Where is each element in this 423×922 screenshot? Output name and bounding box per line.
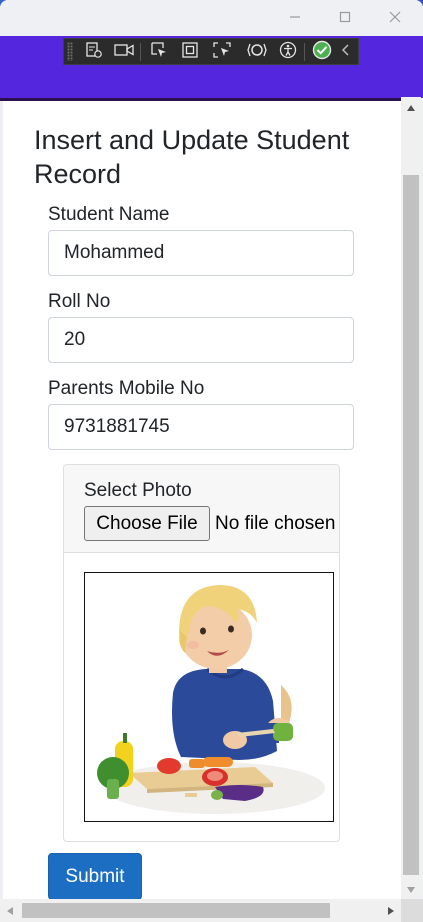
maximize-button[interactable] xyxy=(322,4,368,30)
student-name-input[interactable] xyxy=(48,230,354,276)
student-name-label: Student Name xyxy=(48,204,170,225)
live-visual-tree-icon xyxy=(85,41,103,64)
check-button[interactable] xyxy=(311,40,333,65)
scroll-down-button[interactable] xyxy=(401,879,421,899)
select-element-icon xyxy=(150,41,168,64)
scroll-up-arrow-icon xyxy=(407,98,415,116)
close-button[interactable] xyxy=(372,4,418,30)
maximize-icon xyxy=(339,11,351,23)
binding-failures-icon xyxy=(247,41,267,64)
submit-button[interactable]: Submit xyxy=(48,853,142,899)
choose-file-button[interactable]: Choose File xyxy=(84,506,210,541)
accessibility-button[interactable] xyxy=(277,41,299,64)
vertical-scrollbar[interactable] xyxy=(401,97,421,899)
scroll-right-arrow-icon xyxy=(388,902,394,920)
toolbar-separator xyxy=(140,43,141,61)
select-photo-label: Select Photo xyxy=(84,480,192,501)
camera-button[interactable] xyxy=(113,42,135,62)
collapse-toolbar-button[interactable] xyxy=(338,42,354,62)
display-layout-adorners-icon xyxy=(181,41,199,64)
title-bar xyxy=(0,0,423,36)
horizontal-scroll-thumb[interactable] xyxy=(22,903,330,918)
minimize-icon xyxy=(289,11,301,23)
photo-card: Select Photo Choose File No file chosen xyxy=(63,464,340,842)
page-content: Insert and Update Student Record Student… xyxy=(3,101,401,899)
photo-card-header: Select Photo Choose File No file chosen xyxy=(64,465,339,553)
roll-no-input[interactable] xyxy=(48,317,354,363)
select-element-button[interactable] xyxy=(148,41,170,64)
parents-mobile-label: Parents Mobile No xyxy=(48,378,205,399)
scrollbar-corner xyxy=(401,899,423,922)
close-icon xyxy=(389,11,401,23)
scroll-right-button[interactable] xyxy=(381,899,401,922)
app-window: Insert and Update Student Record Student… xyxy=(0,0,423,922)
minimize-button[interactable] xyxy=(272,4,318,30)
scroll-left-button[interactable] xyxy=(0,899,20,922)
toolbar-separator xyxy=(304,43,305,61)
track-focus-button[interactable] xyxy=(211,41,233,64)
vertical-scroll-thumb[interactable] xyxy=(403,175,419,875)
check-circle-icon xyxy=(312,40,332,65)
file-status-text: No file chosen xyxy=(215,513,336,534)
scroll-down-arrow-icon xyxy=(407,880,415,898)
collapse-chevron-icon xyxy=(341,43,351,62)
live-visual-tree-button[interactable] xyxy=(83,41,105,64)
roll-no-label: Roll No xyxy=(48,291,111,312)
horizontal-scrollbar[interactable] xyxy=(0,899,401,922)
binding-failures-button[interactable] xyxy=(246,42,268,62)
student-photo xyxy=(84,572,334,822)
toolbar-grip[interactable] xyxy=(67,42,73,61)
accessibility-icon xyxy=(279,41,297,64)
parents-mobile-input[interactable] xyxy=(48,404,354,450)
track-focus-icon xyxy=(212,41,232,64)
scroll-left-arrow-icon xyxy=(7,902,13,920)
student-photo-illustration xyxy=(85,573,333,821)
xaml-dev-toolbar xyxy=(63,38,359,65)
page-title: Insert and Update Student Record xyxy=(34,125,350,189)
camera-icon xyxy=(114,42,134,63)
display-layout-adorners-button[interactable] xyxy=(179,41,201,64)
scroll-up-button[interactable] xyxy=(401,97,421,117)
